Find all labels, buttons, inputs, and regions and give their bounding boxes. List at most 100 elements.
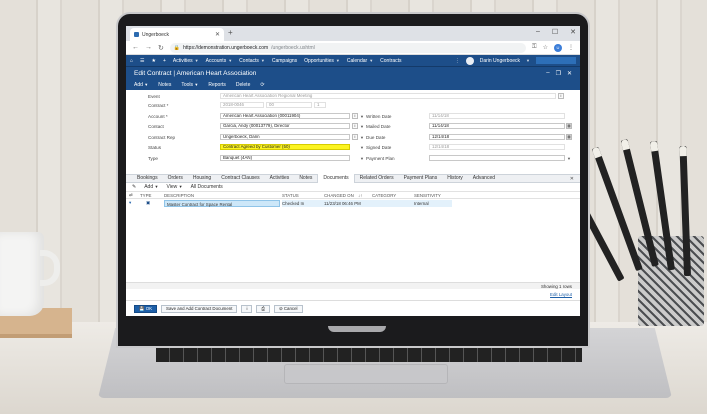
add-icon[interactable]: + [163, 58, 166, 64]
kebab-icon[interactable]: ⋮ [455, 58, 460, 64]
contact-info-button[interactable]: i [352, 123, 358, 129]
kebab-menu-icon[interactable]: ⋮ [568, 44, 574, 51]
tab-housing[interactable]: Housing [188, 174, 216, 183]
signed-date-field[interactable]: 12/14/18 [429, 144, 565, 150]
favorites-star-icon[interactable]: ★ [152, 58, 156, 64]
event-info-button[interactable]: i [558, 93, 564, 99]
star-icon[interactable]: ☆ [543, 44, 548, 51]
minimize-button[interactable]: – [536, 28, 540, 36]
due-date-field[interactable]: 12/14/18 [429, 134, 565, 140]
grid-view-button[interactable]: View ▼ [166, 184, 182, 190]
close-tab-icon[interactable]: ✕ [215, 31, 220, 38]
info-button[interactable]: i [241, 304, 253, 313]
tab-documents[interactable]: Documents [317, 174, 355, 183]
tab-related-orders[interactable]: Related Orders [355, 174, 399, 183]
dialog-restore-icon[interactable]: ❐ [556, 70, 561, 77]
contract-extra-field[interactable]: 1 [314, 102, 326, 108]
tab-activities[interactable]: Activities [265, 174, 295, 183]
sort-desc-icon[interactable]: ↓↑ [358, 193, 372, 198]
tab-orders[interactable]: Orders [163, 174, 188, 183]
menu-opportunities[interactable]: Opportunities ▼ [304, 58, 340, 64]
payment-plan-dropdown-icon[interactable]: ▼ [567, 156, 571, 161]
tab-contract-clauses[interactable]: Contract Clauses [216, 174, 264, 183]
maximize-button[interactable]: ☐ [552, 28, 558, 36]
tab-bookings[interactable]: Bookings [132, 174, 163, 183]
toolbar-add-button[interactable]: Add ▼ [134, 82, 148, 88]
header-type[interactable]: TYPE [134, 193, 164, 198]
type-dropdown-icon[interactable]: ▼ [360, 156, 364, 161]
mailed-date-calendar-icon[interactable]: ▦ [566, 123, 572, 129]
menu-accounts[interactable]: Accounts ▼ [206, 58, 233, 64]
header-select-icon[interactable]: ⇌ [126, 192, 134, 198]
browser-tab[interactable]: Ungerboeck ✕ [130, 28, 224, 41]
mailed-date-field[interactable]: 11/14/18 [429, 123, 565, 129]
tab-notes[interactable]: Notes [294, 174, 317, 183]
type-field[interactable]: Banquet (4AN) [220, 155, 350, 161]
menu-activities[interactable]: Activities ▼ [173, 58, 199, 64]
print-icon[interactable]: ⎙ [256, 304, 270, 313]
dialog-close-icon[interactable]: ✕ [567, 70, 572, 77]
account-dropdown-icon[interactable]: ▼ [360, 114, 364, 119]
tab-payment-plans[interactable]: Payment Plans [399, 174, 443, 183]
toolbar-delete-button[interactable]: Delete [236, 82, 250, 88]
profile-avatar[interactable]: U [554, 43, 562, 52]
contract-rep-field[interactable]: Ungerboeck, Darin [220, 134, 350, 140]
contract-number-field[interactable]: 00 [266, 102, 312, 108]
toolbar-tools-button[interactable]: Tools ▼ [181, 82, 198, 88]
tab-advanced[interactable]: Advanced [468, 174, 500, 183]
row-count: Showing 1 rows [541, 284, 572, 289]
contract-label: Contract * [148, 103, 169, 108]
row-expand-icon[interactable]: ▾ [126, 200, 134, 206]
reload-icon[interactable]: ↻ [158, 44, 164, 52]
menu-contacts[interactable]: Contacts ▼ [239, 58, 265, 64]
header-changed-on[interactable]: CHANGED ON [324, 193, 358, 198]
contract-date-field[interactable]: 2018-0046 [220, 102, 264, 108]
grid-filter-select[interactable]: All Documents [191, 184, 223, 190]
contact-dropdown-icon[interactable]: ▼ [360, 124, 364, 129]
header-sensitivity[interactable]: SENSITIVITY [414, 193, 464, 198]
menu-contracts[interactable]: Contracts [380, 58, 401, 64]
forward-arrow-icon[interactable]: → [145, 44, 152, 51]
status-field[interactable]: Contract Agreed by Customer (50) [220, 144, 350, 150]
chevron-down-icon[interactable]: ▼ [526, 58, 530, 63]
edit-layout-link[interactable]: Edit Layout [550, 292, 572, 297]
contract-rep-info-button[interactable]: i [352, 134, 358, 140]
refresh-icon[interactable]: ⟳ [260, 82, 264, 88]
contact-field[interactable]: Garcia, Andy (00013779), Director [220, 123, 350, 129]
account-info-button[interactable]: i [352, 113, 358, 119]
new-tab-button[interactable]: + [228, 28, 233, 37]
ok-button[interactable]: 💾 OK [134, 304, 158, 313]
user-avatar[interactable] [465, 56, 474, 65]
grid-add-button[interactable]: Add ▼ [144, 184, 158, 190]
url-field[interactable]: 🔒 https://demonstration.ungerboeck.com/u… [169, 42, 527, 53]
close-window-button[interactable]: ✕ [570, 28, 576, 36]
status-dropdown-icon[interactable]: ▼ [360, 145, 364, 150]
key-icon[interactable]: ⚿ [532, 44, 537, 51]
contract-rep-dropdown-icon[interactable]: ▼ [360, 135, 364, 140]
toolbar-reports-button[interactable]: Reports [208, 82, 226, 88]
user-name[interactable]: Darin Ungerboeck [480, 58, 520, 64]
table-row[interactable]: ▾ ▣ Master Contract for Space Rental Che… [126, 199, 580, 207]
cancel-button[interactable]: ⊘ Cancel [273, 304, 303, 313]
save-and-add-button[interactable]: Save and Add Contract Document [161, 304, 238, 313]
event-field[interactable]: American Heart Association Regional Meet… [220, 93, 556, 99]
payment-plan-field[interactable] [429, 155, 565, 161]
row-description[interactable]: Master Contract for Space Rental [164, 199, 280, 207]
menu-calendar[interactable]: Calendar ▼ [347, 58, 373, 64]
tab-history[interactable]: History [442, 174, 468, 183]
toolbar-notes-button[interactable]: Notes [158, 82, 171, 88]
collapse-tabs-icon[interactable]: ✕ [570, 176, 574, 182]
written-date-field[interactable]: 11/14/18 [429, 113, 565, 119]
home-icon[interactable]: ⌂ [130, 58, 133, 64]
header-status[interactable]: STATUS [282, 193, 324, 198]
header-category[interactable]: CATEGORY [372, 193, 414, 198]
back-arrow-icon[interactable]: ← [132, 44, 139, 51]
edit-icon[interactable]: ✎ [132, 184, 136, 190]
header-description[interactable]: DESCRIPTION [164, 193, 282, 198]
account-field[interactable]: American Heart Association (00011904) [220, 113, 350, 119]
type-label: Type [148, 156, 158, 161]
due-date-calendar-icon[interactable]: ▦ [566, 134, 572, 140]
dialog-minimize-icon[interactable]: – [546, 70, 549, 77]
hamburger-icon[interactable]: ☰ [140, 58, 144, 64]
menu-campaigns[interactable]: Campaigns [272, 58, 297, 64]
